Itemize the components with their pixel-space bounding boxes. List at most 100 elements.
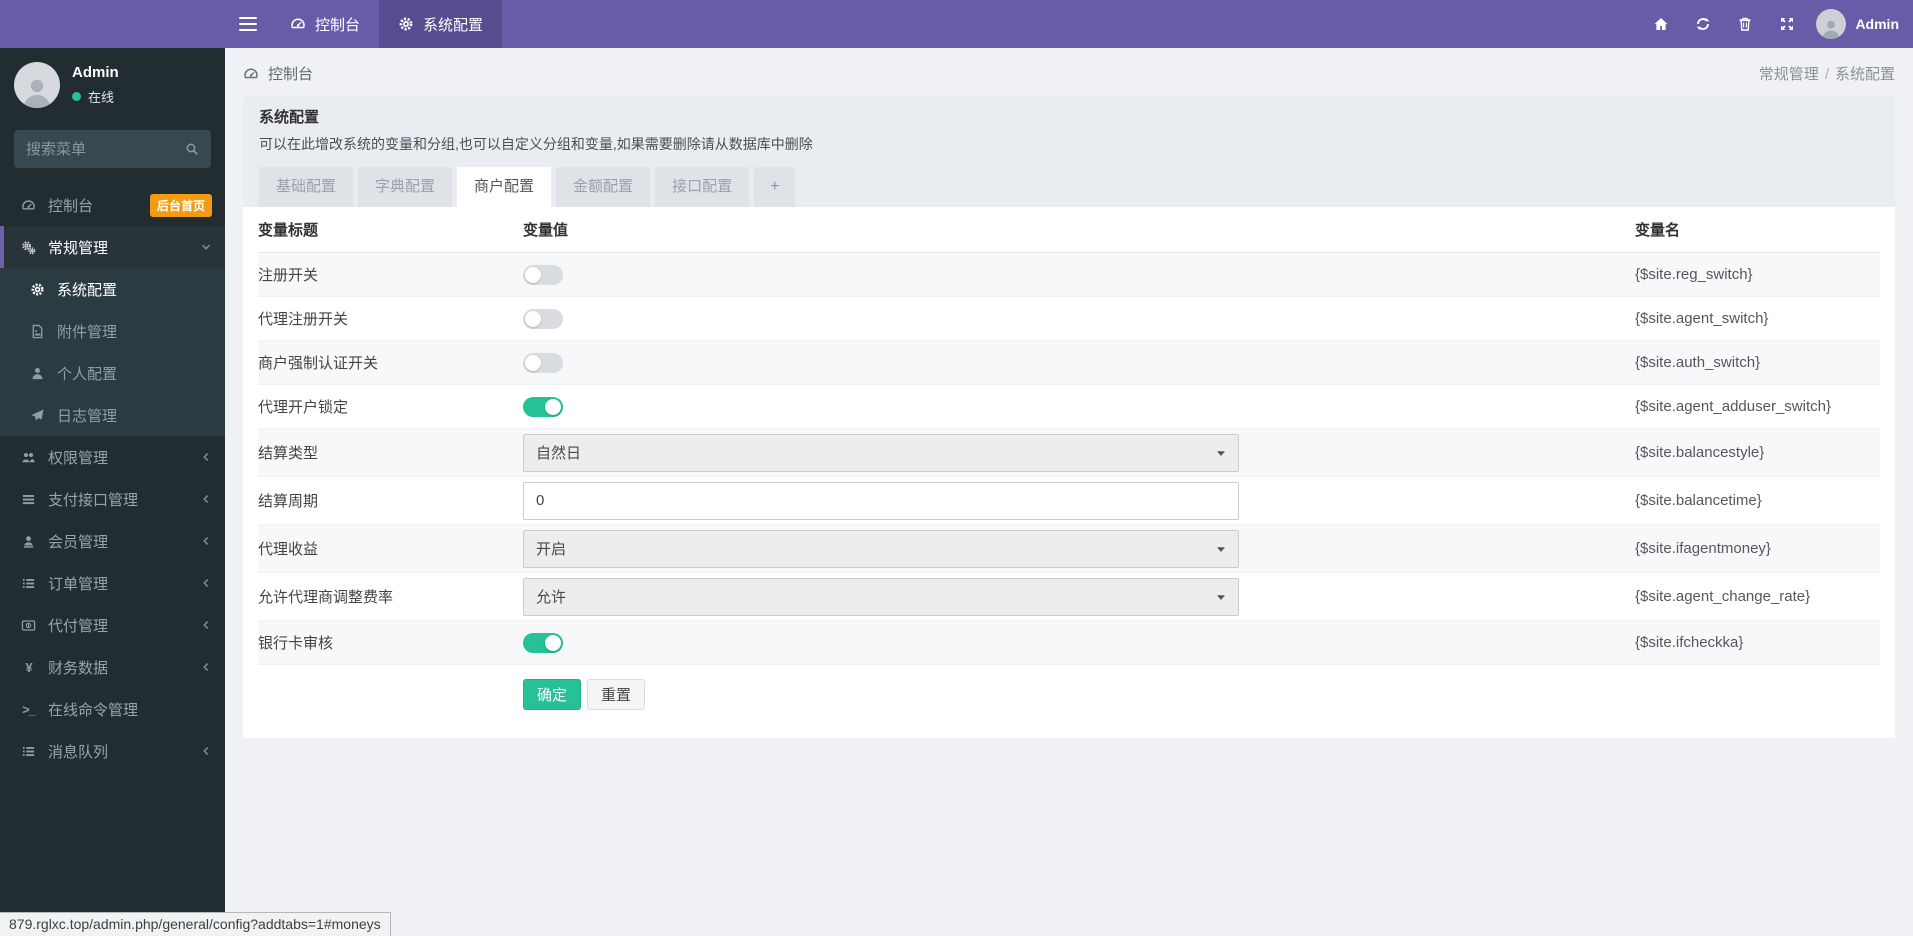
variable-title: 结算类型 <box>258 445 319 462</box>
chevron-left-icon <box>200 535 212 547</box>
sidebar-item[interactable]: 支付接口管理 <box>0 478 225 520</box>
toggle-switch[interactable] <box>523 264 563 285</box>
submit-button[interactable]: 确定 <box>523 679 582 710</box>
panel-body: 变量标题 变量值 变量名 注册开关 {$site.reg_switch} 代理注册开… <box>243 207 1895 738</box>
variable-value-cell: 开启 <box>523 529 1635 568</box>
sidebar-search[interactable] <box>14 130 211 168</box>
toggle-switch[interactable] <box>523 632 563 653</box>
list-alt-icon <box>18 744 39 759</box>
dashboard-icon <box>243 66 259 82</box>
sidebar-item-label: 支付接口管理 <box>48 491 139 509</box>
breadcrumb-trail: 常规管理 / 系统配置 <box>1759 63 1895 84</box>
select-value: 自然日 <box>536 445 582 462</box>
variable-value-cell <box>523 352 1635 373</box>
breadcrumb-item[interactable]: 系统配置 <box>1835 66 1895 83</box>
variable-title: 银行卡审核 <box>258 635 334 652</box>
variable-value-cell <box>523 264 1635 285</box>
value-select[interactable]: 允许 <box>523 577 1239 616</box>
breadcrumb-item[interactable]: 常规管理 <box>1759 66 1819 83</box>
sidebar-item-label: 日志管理 <box>57 407 118 425</box>
search-icon[interactable] <box>185 142 199 156</box>
value-select[interactable]: 自然日 <box>523 433 1239 472</box>
breadcrumb: 控制台 常规管理 / 系统配置 <box>225 48 1913 95</box>
navbar-actions <box>1640 0 1808 48</box>
toggle-knob <box>525 310 541 327</box>
variable-title: 代理开户锁定 <box>258 399 349 416</box>
column-header: 变量标题 <box>258 222 319 239</box>
sidebar-item[interactable]: 日志管理 <box>0 394 225 436</box>
variable-value-cell <box>523 308 1635 329</box>
variable-value-cell <box>523 632 1635 653</box>
tab-1[interactable]: 基础配置 <box>259 167 354 207</box>
form-buttons: 确定 重置 <box>523 665 1880 710</box>
add-tab-button[interactable]: + <box>754 167 796 207</box>
table-row: 代理注册开关 {$site.agent_switch} <box>258 297 1880 341</box>
sidebar-item[interactable]: 会员管理 <box>0 520 225 562</box>
sidebar-item[interactable]: 常规管理 <box>0 226 225 268</box>
top-nav-tab-label: 控制台 <box>315 16 361 34</box>
tab-2[interactable]: 字典配置 <box>358 167 453 207</box>
breadcrumb-section[interactable]: 控制台 <box>243 63 313 84</box>
config-rows: 注册开关 {$site.reg_switch} 代理注册开关 {$site.agent… <box>258 253 1880 665</box>
home-badge: 后台首页 <box>149 193 212 217</box>
sidebar-item-label: 控制台 <box>48 197 94 215</box>
trash-button[interactable] <box>1724 0 1766 48</box>
sidebar-item[interactable]: 控制台 后台首页 <box>0 184 225 226</box>
navbar-spacer <box>502 0 1640 48</box>
tab-3[interactable]: 商户配置 <box>457 167 552 207</box>
toggle-switch[interactable] <box>523 308 563 329</box>
sidebar-item[interactable]: 权限管理 <box>0 436 225 478</box>
select-value: 允许 <box>536 589 567 606</box>
chevron-down-icon <box>200 241 212 253</box>
sidebar-item[interactable]: ¥ 财务数据 <box>0 646 225 688</box>
sidebar-item-label: 代付管理 <box>48 617 109 635</box>
sidebar-item[interactable]: 消息队列 <box>0 730 225 772</box>
sidebar-item[interactable]: 代付管理 <box>0 604 225 646</box>
toggle-knob <box>525 354 541 371</box>
reset-button[interactable]: 重置 <box>587 679 646 710</box>
hamburger-menu-icon[interactable] <box>225 0 271 48</box>
main-content: 控制台 常规管理 / 系统配置 系统配置 可以在此增改系统的变量和分组,也可以自定义… <box>225 48 1913 936</box>
variable-title: 代理注册开关 <box>258 311 349 328</box>
tab-4[interactable]: 金额配置 <box>556 167 651 207</box>
avatar <box>14 62 60 108</box>
sidebar-user-status: 在线 <box>72 87 119 106</box>
value-input[interactable] <box>523 481 1239 520</box>
table-row: 结算类型 自然日 {$site.balancestyle} <box>258 429 1880 477</box>
refresh-button[interactable] <box>1682 0 1724 48</box>
gear-icon <box>27 282 48 297</box>
variable-name: {$site.balancetime} <box>1635 492 1762 509</box>
sidebar-item[interactable]: 系统配置 <box>0 268 225 310</box>
variable-name: {$site.reg_switch} <box>1635 266 1753 283</box>
toggle-switch[interactable] <box>523 352 563 373</box>
chevron-left-icon <box>200 577 212 589</box>
sidebar-item[interactable]: 个人配置 <box>0 352 225 394</box>
variable-name: {$site.ifagentmoney} <box>1635 540 1771 557</box>
user-menu[interactable]: Admin <box>1808 0 1913 48</box>
sidebar-submenu: 系统配置 附件管理 个人配置日志管理 <box>0 268 225 436</box>
variable-value-cell <box>523 396 1635 417</box>
home-button[interactable] <box>1640 0 1682 48</box>
sidebar-item[interactable]: 订单管理 <box>0 562 225 604</box>
user-icon <box>27 366 48 381</box>
toggle-knob <box>525 266 541 283</box>
toggle-switch[interactable] <box>523 396 563 417</box>
dashboard-icon <box>290 16 306 32</box>
sidebar-item[interactable]: >_ 在线命令管理 <box>0 688 225 730</box>
value-select[interactable]: 开启 <box>523 529 1239 568</box>
search-input[interactable] <box>26 140 185 158</box>
chevron-left-icon <box>200 493 212 505</box>
top-nav-tab-1[interactable]: 控制台 <box>271 0 379 48</box>
tab-5[interactable]: 接口配置 <box>655 167 750 207</box>
caret-down-icon <box>1216 448 1226 458</box>
expand-button[interactable] <box>1766 0 1808 48</box>
credit-card-icon <box>18 618 39 633</box>
user-name: Admin <box>1855 16 1899 32</box>
top-nav-tab-2[interactable]: 系统配置 <box>379 0 503 48</box>
variable-title: 商户强制认证开关 <box>258 355 379 372</box>
caret-down-icon <box>1216 592 1226 602</box>
list-alt-icon <box>18 576 39 591</box>
table-row: 允许代理商调整费率 允许 {$site.agent_change_rate} <box>258 573 1880 621</box>
sidebar-item[interactable]: 附件管理 <box>0 310 225 352</box>
page-title: 系统配置 <box>259 109 320 126</box>
